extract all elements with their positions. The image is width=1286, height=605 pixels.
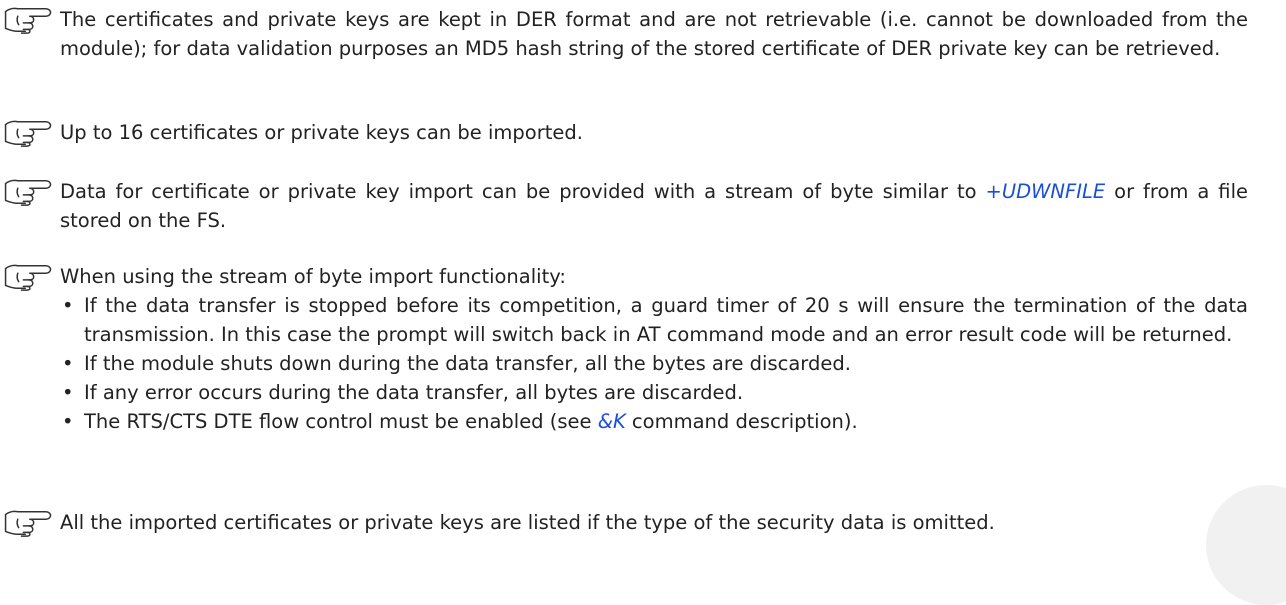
bullet-icon: • — [62, 410, 74, 433]
bullet-list: • If the data transfer is stopped before … — [60, 291, 1248, 436]
pointing-hand-icon — [4, 510, 52, 537]
note-text: Up to 16 certificates or private keys ca… — [60, 121, 583, 144]
bullet-icon: • — [62, 381, 74, 404]
bullet-icon: • — [62, 294, 74, 317]
note-intro: When using the stream of byte import fun… — [60, 265, 566, 288]
pointing-hand-icon — [4, 179, 52, 206]
k-command-link[interactable]: &K — [598, 410, 626, 433]
list-item: • If the data transfer is stopped before … — [60, 291, 1248, 349]
corner-decoration — [1206, 485, 1286, 605]
list-item: • The RTS/CTS DTE flow control must be en… — [60, 407, 1248, 436]
note-text: Data for certificate or private key impo… — [60, 180, 1248, 232]
pointing-hand-icon — [4, 120, 52, 147]
pointing-hand-icon — [4, 7, 52, 34]
bullet-icon: • — [62, 352, 74, 375]
note-text: The certificates and private keys are ke… — [60, 8, 1248, 60]
note-text: When using the stream of byte import fun… — [60, 262, 1248, 436]
list-item: • If the module shuts down during the dat… — [60, 349, 1248, 378]
note-text: All the imported certificates or private… — [60, 511, 995, 534]
pointing-hand-icon — [4, 264, 52, 291]
udwnfile-link[interactable]: +UDWNFILE — [986, 180, 1106, 203]
list-item: • If any error occurs during the data tra… — [60, 378, 1248, 407]
